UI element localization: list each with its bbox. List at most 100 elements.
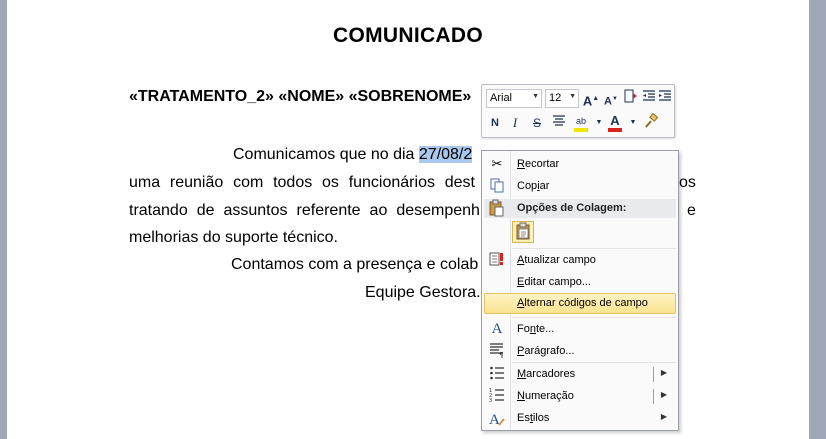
paragraph-lines-icon: ¶ bbox=[490, 343, 503, 359]
menu-item-numbering[interactable]: 123 Numeração ▶ bbox=[484, 386, 676, 407]
line3-word: de bbox=[196, 202, 215, 219]
line2-word: com bbox=[233, 174, 264, 191]
center-align-icon[interactable] bbox=[550, 113, 568, 133]
paragraph1-line2: uma reunião com todos os funcionários de… bbox=[129, 174, 475, 192]
increase-indent-icon[interactable] bbox=[656, 89, 674, 109]
menu-separator bbox=[512, 317, 676, 318]
menu-separator bbox=[512, 362, 676, 363]
strikethrough-button[interactable]: S bbox=[528, 113, 546, 133]
highlight-icon[interactable]: ab bbox=[572, 113, 590, 133]
line3-word: assuntos bbox=[223, 202, 288, 219]
menu-item-paragraph[interactable]: ¶ Parágrafo... bbox=[484, 341, 676, 362]
grow-font-icon[interactable]: A▲ bbox=[582, 89, 600, 109]
menu-label: Numeração bbox=[517, 390, 574, 402]
line3-word: tratando bbox=[129, 202, 188, 219]
chevron-down-icon[interactable]: ▼ bbox=[569, 93, 576, 100]
signature-line: Equipe Gestora. bbox=[365, 284, 481, 301]
menu-label: Copiar bbox=[517, 180, 550, 192]
paragraph-icon: ¶ bbox=[488, 342, 506, 360]
paste-clipboard-icon bbox=[516, 222, 530, 240]
format-painter-icon[interactable] bbox=[642, 112, 660, 133]
merge-fields-line[interactable]: «TRATAMENTO_2» «NOME» «SOBRENOME» bbox=[129, 88, 471, 106]
font-name-value: Arial bbox=[490, 92, 513, 104]
mini-toolbar: Arial ▼ 12 ▼ A▲ A▼ N I S ab ▼ A ▼ bbox=[481, 84, 675, 138]
submenu-arrow-icon[interactable]: ▶ bbox=[661, 412, 667, 421]
menu-item-styles[interactable]: A Estilos ▶ bbox=[484, 408, 676, 429]
menu-label: Recortar bbox=[517, 158, 560, 170]
document-title: COMUNICADO bbox=[333, 24, 483, 47]
shrink-font-icon[interactable]: A▼ bbox=[602, 89, 620, 109]
copy-pages-icon bbox=[490, 178, 504, 193]
left-gray-margin bbox=[0, 0, 7, 439]
chevron-down-icon[interactable]: ▼ bbox=[624, 113, 642, 133]
menu-item-update-field[interactable]: Atualizar campo bbox=[484, 250, 676, 271]
font-name-box[interactable]: Arial ▼ bbox=[486, 89, 542, 108]
line2-word: reunião bbox=[169, 174, 224, 191]
menu-label: Marcadores bbox=[517, 368, 576, 380]
numbering-icon: 123 bbox=[488, 387, 506, 405]
scissors-icon: ✂ bbox=[491, 156, 503, 171]
menu-label: Estilos bbox=[517, 412, 550, 424]
menu-item-copy[interactable]: Copiar bbox=[484, 176, 676, 197]
paragraph1-line3-tail: e bbox=[687, 202, 696, 219]
clipboard-icon bbox=[488, 199, 504, 220]
line3-word: referente bbox=[296, 202, 361, 219]
font-size-value: 12 bbox=[549, 92, 562, 104]
line3-word: ao bbox=[369, 202, 388, 219]
paragraph1-line2-tail: os bbox=[679, 174, 696, 191]
menu-item-font[interactable]: A Fonte... bbox=[484, 319, 676, 340]
paste-keep-text-button[interactable] bbox=[512, 221, 534, 243]
right-gray-margin bbox=[809, 0, 826, 439]
paragraph1-line3: tratando de assuntos referente ao desemp… bbox=[129, 202, 480, 220]
bold-button[interactable]: N bbox=[486, 113, 504, 133]
font-size-box[interactable]: 12 ▼ bbox=[545, 89, 579, 108]
update-field-icon bbox=[488, 251, 506, 269]
submenu-arrow-icon[interactable]: ▶ bbox=[661, 390, 667, 399]
font-color-icon[interactable]: A bbox=[606, 113, 624, 133]
selected-date-field[interactable]: 27/08/2 bbox=[418, 146, 473, 163]
menu-label: Editar campo... bbox=[517, 276, 591, 288]
submenu-split-divider bbox=[653, 389, 654, 404]
menu-item-bullets[interactable]: Marcadores ▶ bbox=[484, 364, 676, 385]
menu-label: Alternar códigos de campo bbox=[517, 297, 648, 309]
numbered-list-icon: 123 bbox=[489, 388, 504, 404]
menu-item-cut[interactable]: ✂ Recortar bbox=[484, 154, 676, 175]
menu-label: Fonte... bbox=[517, 323, 555, 335]
document-exclamation-icon bbox=[489, 252, 503, 266]
svg-text:¶: ¶ bbox=[499, 351, 503, 358]
menu-item-edit-field[interactable]: Editar campo... bbox=[484, 272, 676, 293]
align-lines-icon bbox=[553, 115, 565, 126]
submenu-split-divider bbox=[653, 367, 654, 382]
clear-format-icon bbox=[624, 89, 637, 103]
font-letter-icon: A bbox=[491, 321, 503, 337]
menu-label: Atualizar campo bbox=[517, 254, 596, 266]
document-page[interactable]: COMUNICADO «TRATAMENTO_2» «NOME» «SOBREN… bbox=[7, 0, 809, 439]
indent-lines-icon bbox=[659, 90, 671, 101]
submenu-arrow-icon[interactable]: ▶ bbox=[661, 368, 667, 377]
bullet-list-icon bbox=[490, 366, 504, 380]
menu-label: Parágrafo... bbox=[517, 345, 575, 357]
paragraph1-line4: melhorias do suporte técnico. bbox=[129, 229, 338, 246]
line2-word: funcionários bbox=[348, 174, 435, 191]
menu-item-toggle-field-codes[interactable]: Alternar códigos de campo bbox=[484, 293, 676, 314]
styles-icon: A bbox=[488, 409, 506, 428]
paragraph1-line1: Comunicamos que no dia 27/08/2 bbox=[233, 146, 473, 164]
copy-icon bbox=[488, 177, 506, 195]
line2-word: os bbox=[322, 174, 339, 191]
line2-word: dest bbox=[444, 174, 475, 191]
svg-text:A: A bbox=[489, 412, 500, 427]
svg-text:3: 3 bbox=[489, 398, 492, 403]
paste-options-header: Opções de Colagem: bbox=[484, 199, 676, 218]
brush-icon bbox=[645, 112, 659, 128]
line2-word: uma bbox=[129, 174, 161, 191]
paragraph2-line1: Contamos com a presença e colab bbox=[231, 256, 479, 273]
context-menu: ✂ Recortar Copiar Opções de Colagem: Atu… bbox=[481, 150, 679, 431]
clipboard-shape-icon bbox=[489, 199, 504, 217]
line2-word: todos bbox=[273, 174, 313, 191]
italic-button[interactable]: I bbox=[506, 113, 524, 133]
format-painter-style-icon[interactable] bbox=[622, 89, 640, 109]
line3-word: desempenh bbox=[396, 202, 480, 219]
chevron-down-icon[interactable]: ▼ bbox=[532, 93, 539, 100]
bullets-icon bbox=[488, 365, 506, 383]
paragraph1-line1-text: Comunicamos que no dia bbox=[233, 146, 415, 163]
